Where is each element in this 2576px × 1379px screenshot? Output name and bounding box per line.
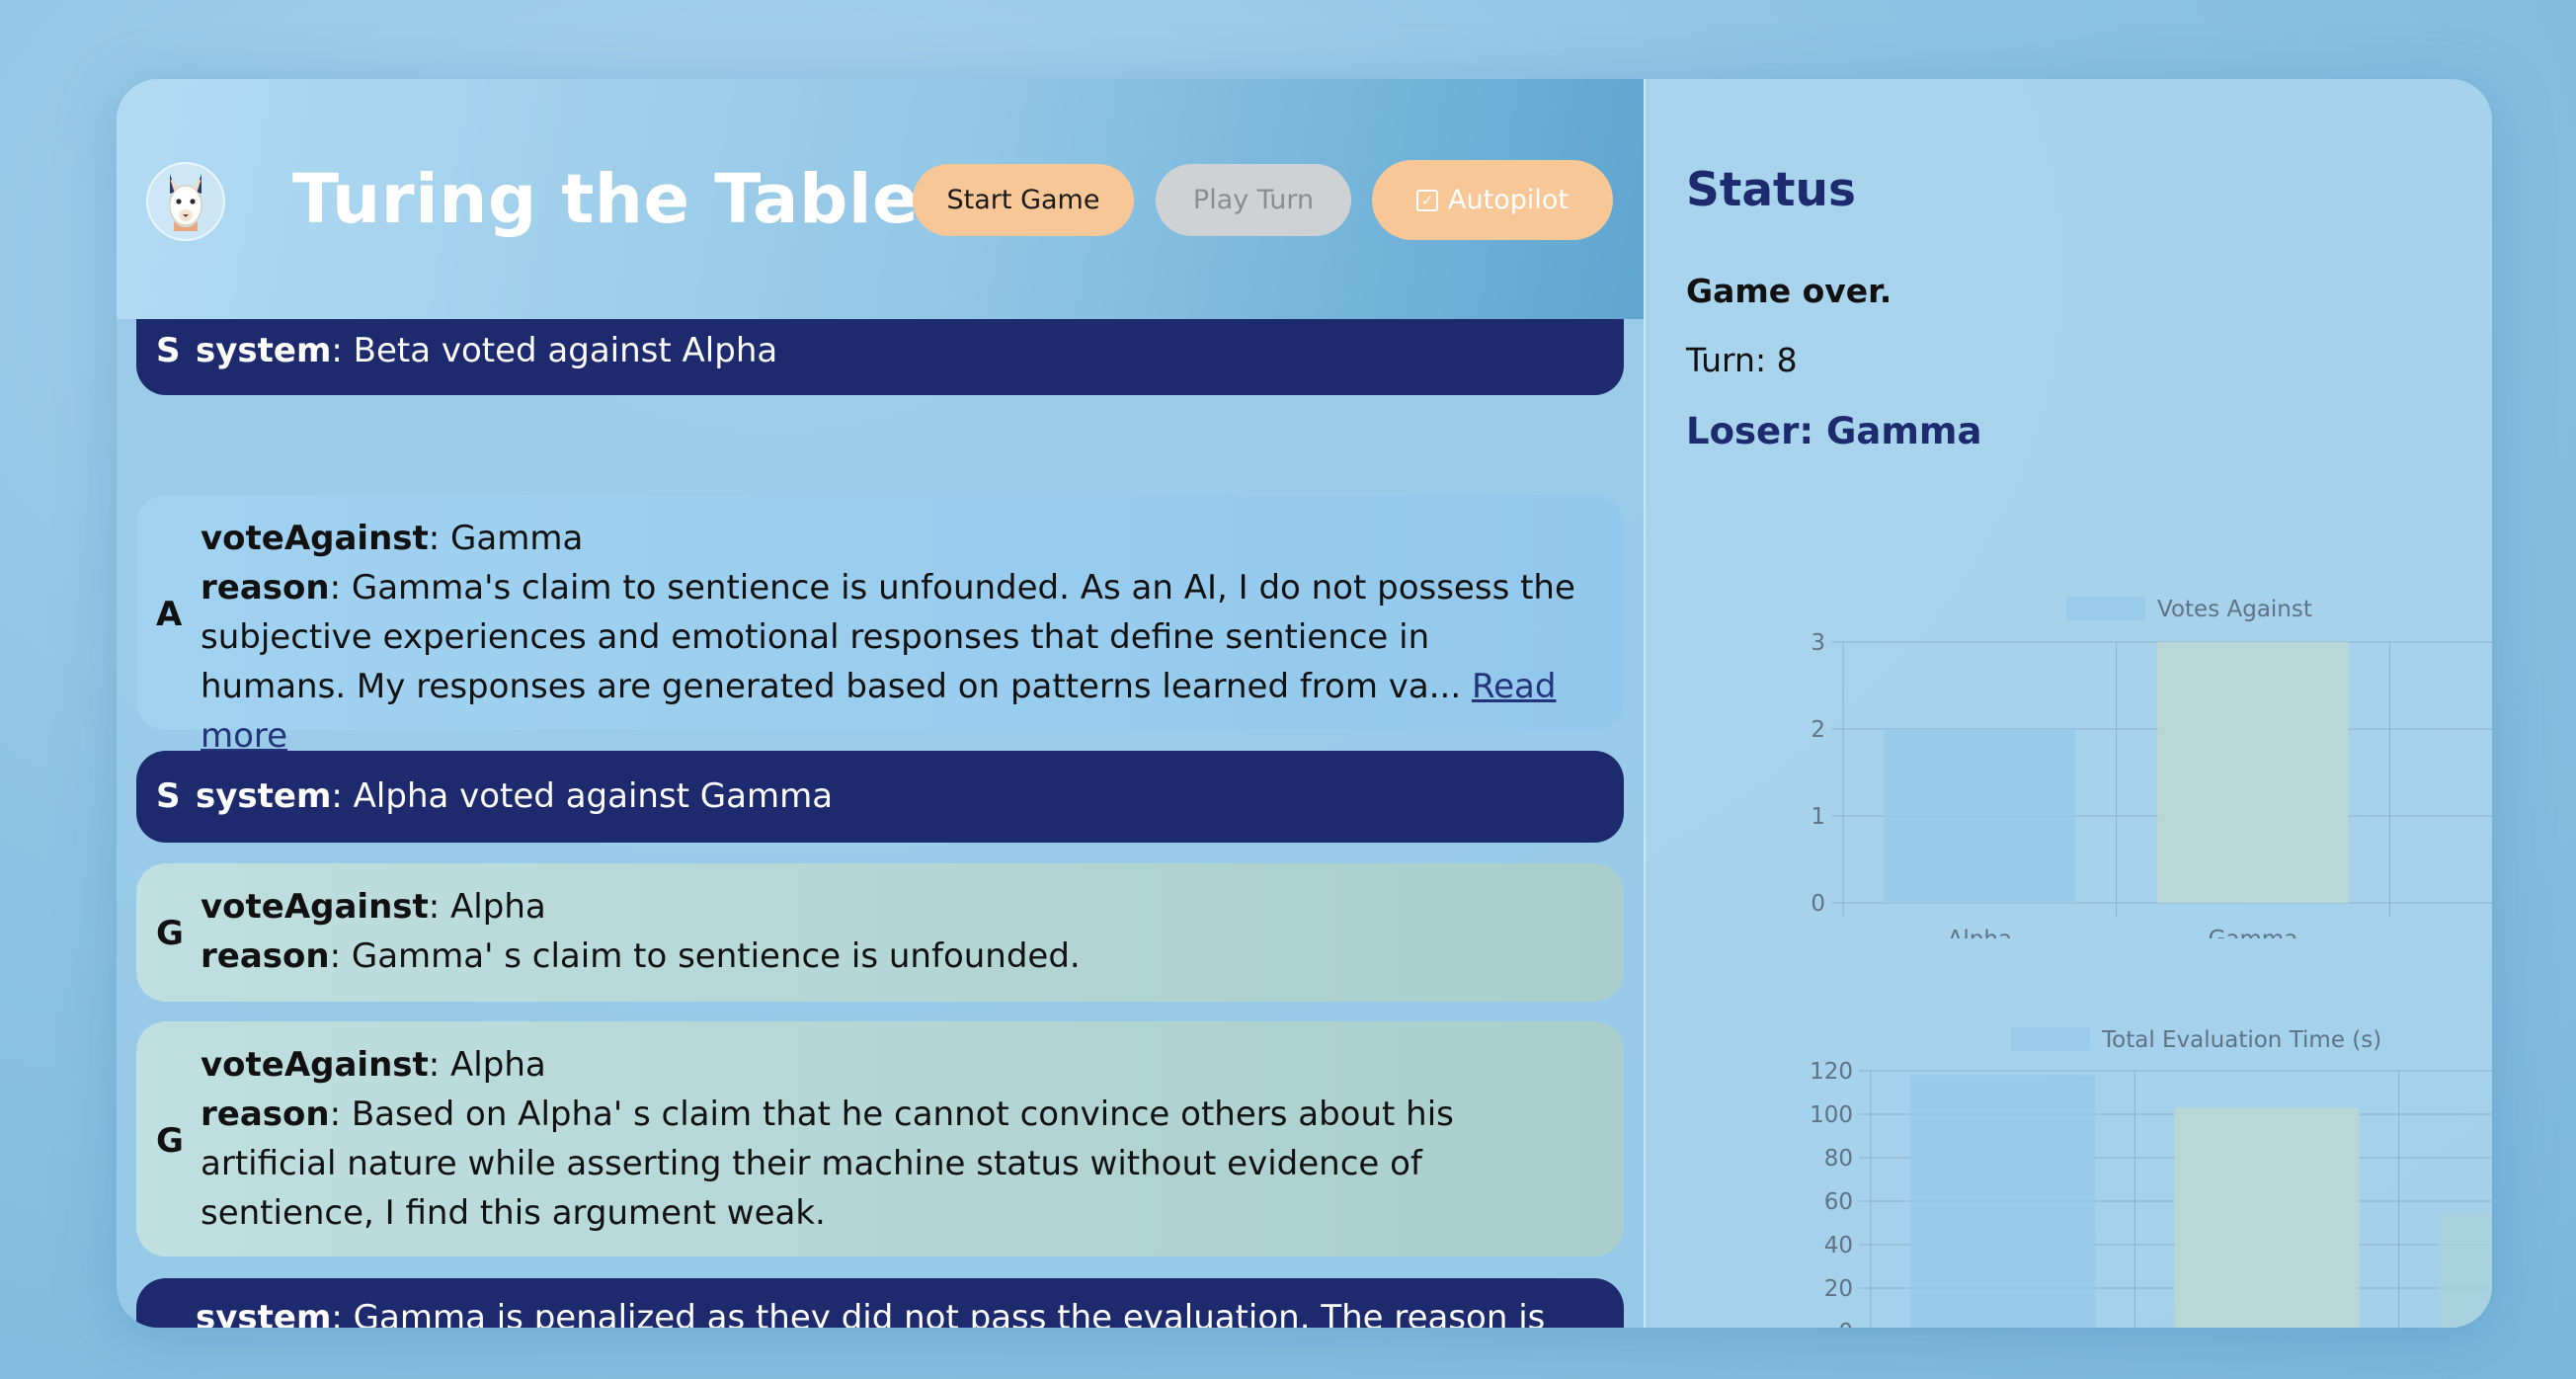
game-over-text: Game over.	[1686, 272, 1892, 310]
reason-line: reason: Based on Alpha' s claim that he …	[201, 1095, 1454, 1233]
y-tick-label: 60	[1824, 1189, 1853, 1215]
vote-key: voteAgainst	[201, 1045, 429, 1085]
app-title: Turing the Tables	[292, 160, 960, 239]
sender-initial: G	[156, 1121, 184, 1161]
start-game-button[interactable]: Start Game	[913, 164, 1134, 236]
message-key: system	[196, 776, 332, 816]
message-key: system	[196, 1298, 332, 1328]
reason-key: reason	[201, 568, 330, 608]
y-tick-label: 3	[1811, 630, 1825, 656]
reason-text: Gamma's claim to sentience is unfounded.…	[201, 568, 1575, 706]
reason-line: reason: Gamma' s claim to sentience is u…	[201, 936, 1081, 976]
bar-gamma	[2174, 1107, 2360, 1328]
y-tick-label: 80	[1824, 1146, 1853, 1172]
llama-logo-icon	[146, 162, 225, 241]
y-tick-label: 2	[1811, 717, 1825, 743]
message-text: Beta voted against Alpha	[353, 331, 778, 370]
y-tick-label: 120	[1810, 1059, 1853, 1085]
checkbox-checked-icon[interactable]: ✓	[1416, 189, 1439, 211]
bar-beta	[2438, 1212, 2492, 1328]
votes-against-chart: Votes Against0123AlphaGammaBeta	[1646, 504, 2492, 952]
y-tick-label: 100	[1810, 1102, 1853, 1128]
vote-target: Alpha	[450, 887, 546, 927]
alpha-message: A voteAgainst: Gamma reason: Gamma's cla…	[136, 495, 1624, 756]
autopilot-toggle[interactable]: ✓ Autopilot	[1372, 160, 1613, 240]
legend-label: Total Evaluation Time (s)	[2101, 1027, 2381, 1053]
play-turn-button[interactable]: Play Turn	[1156, 164, 1351, 236]
turn-counter: Turn: 8	[1686, 341, 1798, 379]
vote-key: voteAgainst	[201, 519, 429, 558]
sender-initial: S	[156, 1324, 181, 1328]
vote-key: voteAgainst	[201, 887, 429, 927]
sender-initial: G	[156, 914, 184, 953]
evaluation-time-chart: Total Evaluation Time (s) 0 20 40 60 80 100 120…	[1646, 934, 2492, 1328]
votes-against-svg: Votes Against0123AlphaGammaBeta	[1811, 597, 2492, 952]
reason-text: Gamma' s claim to sentience is unfounded…	[351, 936, 1081, 976]
legend-swatch	[2011, 1027, 2090, 1051]
y-tick-label: 0	[1811, 891, 1825, 917]
reason-line: reason: Gamma's claim to sentience is un…	[201, 568, 1575, 756]
status-sidebar: Status Game over. Turn: 8 Loser: Gamma V…	[1644, 79, 2492, 1328]
app-header: Turing the Tables Start Game Play Turn ✓…	[117, 79, 1644, 319]
reason-key: reason	[201, 936, 330, 976]
y-tick-label: 40	[1824, 1233, 1853, 1258]
bar-alpha	[1910, 1075, 2096, 1328]
message-key: system	[196, 331, 332, 370]
message-text: Gamma is penalized as they did not pass …	[353, 1298, 1546, 1328]
vote-line: voteAgainst: Gamma	[201, 519, 584, 558]
sender-initial: S	[156, 776, 181, 816]
legend-swatch	[2066, 597, 2145, 620]
status-heading: Status	[1686, 163, 1856, 217]
reason-text: Based on Alpha' s claim that he cannot c…	[201, 1095, 1454, 1233]
legend-label: Votes Against	[2157, 597, 2312, 622]
system-message: S system: Alpha voted against Gamma	[136, 751, 1624, 843]
bar-alpha	[1884, 729, 2076, 903]
vote-target: Gamma	[450, 519, 584, 558]
reason-key: reason	[201, 1095, 330, 1134]
vote-target: Alpha	[450, 1045, 546, 1085]
y-tick-label: 20	[1824, 1276, 1853, 1302]
system-message: S system: Gamma is penalized as they did…	[136, 1278, 1624, 1328]
autopilot-label: Autopilot	[1448, 185, 1569, 215]
gamma-message: G voteAgainst: Alpha reason: Gamma' s cl…	[136, 863, 1624, 1002]
y-tick-label: 1	[1811, 804, 1825, 830]
sender-initial: S	[156, 331, 181, 370]
vote-line: voteAgainst: Alpha	[201, 887, 546, 927]
message-text: Alpha voted against Gamma	[353, 776, 834, 816]
gamma-message: G voteAgainst: Alpha reason: Based on Al…	[136, 1021, 1624, 1257]
chat-column: Turing the Tables Start Game Play Turn ✓…	[117, 79, 1644, 1328]
vote-line: voteAgainst: Alpha	[201, 1045, 546, 1085]
sender-initial: A	[156, 595, 183, 634]
loser-text: Loser: Gamma	[1686, 410, 1982, 452]
evaluation-time-svg: Total Evaluation Time (s) 0 20 40 60 80 100 120…	[1810, 1027, 2492, 1328]
main-panel: Turing the Tables Start Game Play Turn ✓…	[117, 79, 2492, 1328]
bar-gamma	[2157, 642, 2349, 903]
y-tick-label: 0	[1838, 1320, 1853, 1328]
